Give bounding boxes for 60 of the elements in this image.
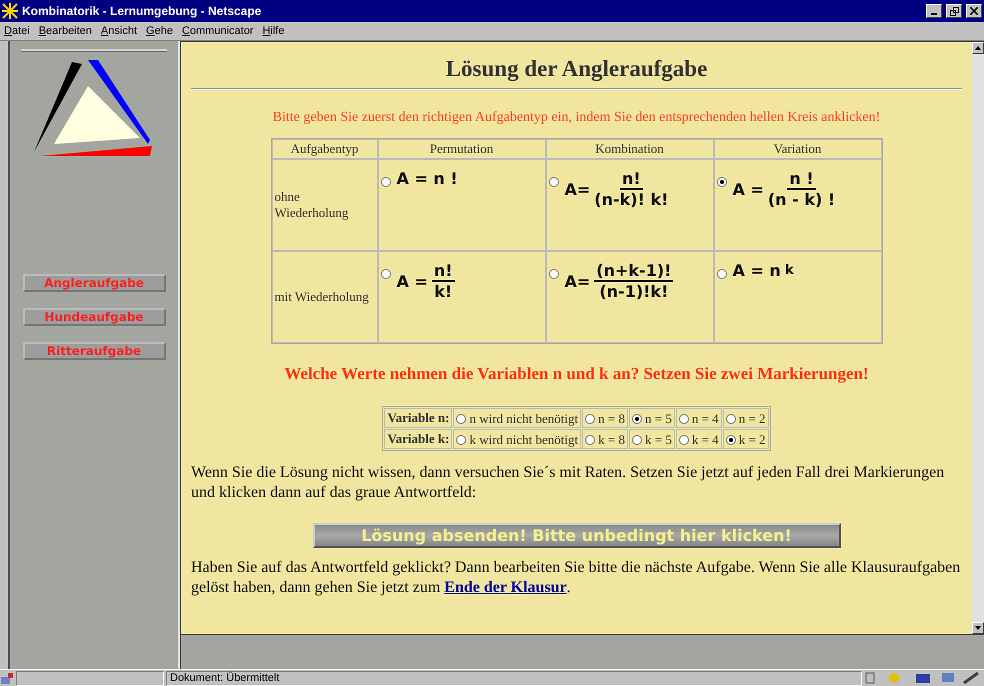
option-label: k = 8: [598, 432, 625, 448]
menu-item[interactable]: Bearbeiten: [38, 25, 92, 37]
radio-button[interactable]: [548, 269, 558, 279]
close-icon: [970, 7, 978, 15]
radio-button[interactable]: [678, 414, 689, 424]
column-header: Aufgabentyp: [272, 139, 378, 159]
hint-paragraph: Wenn Sie die Lösung nicht wissen, dann versuchen Sie´s mit Raten. Setzen Sie jetzt auf jeden Fall drei Markierungen und klicken dann auf das graue Antwortfeld:: [191, 463, 946, 503]
radio-button[interactable]: [632, 435, 642, 445]
up-arrow-icon: [975, 46, 981, 50]
status-text: Dokument: Übermittelt: [170, 672, 280, 684]
option-label: n = 5: [645, 411, 672, 427]
radio-button[interactable]: [585, 414, 596, 424]
option-label: k = 2: [738, 432, 766, 448]
column-header: Kombination: [546, 139, 714, 159]
radio-button[interactable]: [716, 177, 726, 187]
option-label: k = 5: [645, 432, 672, 448]
down-arrow-icon: [975, 626, 981, 630]
radio-button[interactable]: [632, 414, 642, 424]
menu-item[interactable]: Hilfe: [262, 25, 284, 37]
option-label: n wird nicht benötigt: [469, 411, 578, 427]
radio-button[interactable]: [716, 269, 726, 279]
menu-item[interactable]: Communicator: [182, 25, 254, 37]
radio-button[interactable]: [726, 435, 736, 445]
variable-label: Variable k:: [384, 429, 452, 449]
restore-button[interactable]: [946, 4, 962, 18]
menu-item[interactable]: Gehe: [146, 25, 173, 37]
variable-label: Variable n:: [384, 408, 452, 428]
close-button[interactable]: [966, 4, 982, 18]
radio-button[interactable]: [726, 414, 736, 424]
app-icon: [2, 3, 18, 19]
option-label: n = 8: [598, 411, 625, 427]
column-header: Variation: [714, 139, 882, 159]
menu-item[interactable]: Datei: [4, 25, 30, 37]
radio-button[interactable]: [456, 414, 466, 424]
radio-button[interactable]: [380, 177, 390, 187]
minimize-button[interactable]: [926, 4, 942, 18]
column-header: Permutation: [378, 139, 546, 159]
window-title: Kombinatorik - Lernumgebung - Netscape: [22, 4, 262, 18]
option-label: k = 4: [692, 432, 719, 448]
question-text: Welche Werte nehmen die Variablen n und k an? Setzen Sie zwei Markierungen!: [284, 364, 869, 384]
radio-button[interactable]: [456, 435, 466, 445]
formula: A = n !: [396, 169, 458, 188]
instruction-text: Bitte geben Sie zuerst den richtigen Aufgabentyp ein, indem Sie den entsprechenden hellen Kreis anklicken!: [272, 110, 880, 126]
page-title: Lösung der Angleraufgabe: [446, 56, 708, 82]
radio-button[interactable]: [548, 177, 558, 187]
option-label: n = 2: [738, 411, 766, 427]
closing-paragraph: Haben Sie auf das Antwortfeld geklickt? Dann bearbeiten Sie bitte die nächste Aufgabe. Wenn Sie alle Klausuraufgaben gelöst haben, dann gehen Sie jetzt zum Ende der Klausur.: [191, 558, 962, 598]
option-label: n = 4: [692, 411, 719, 427]
option-label: k wird nicht benötigt: [469, 432, 578, 448]
menu-item[interactable]: Ansicht: [100, 25, 138, 37]
restore-icon: [950, 6, 958, 16]
security-icon: [0, 672, 14, 684]
scroll-up-button[interactable]: [972, 42, 984, 54]
radio-button[interactable]: [678, 435, 689, 445]
scroll-down-button[interactable]: [972, 622, 984, 634]
radio-button[interactable]: [380, 269, 390, 279]
row-label: ohne Wiederholung: [272, 159, 378, 251]
row-label: mit Wiederholung: [272, 251, 378, 343]
end-link[interactable]: Ende der Klausur: [444, 579, 567, 596]
radio-button[interactable]: [585, 435, 596, 445]
